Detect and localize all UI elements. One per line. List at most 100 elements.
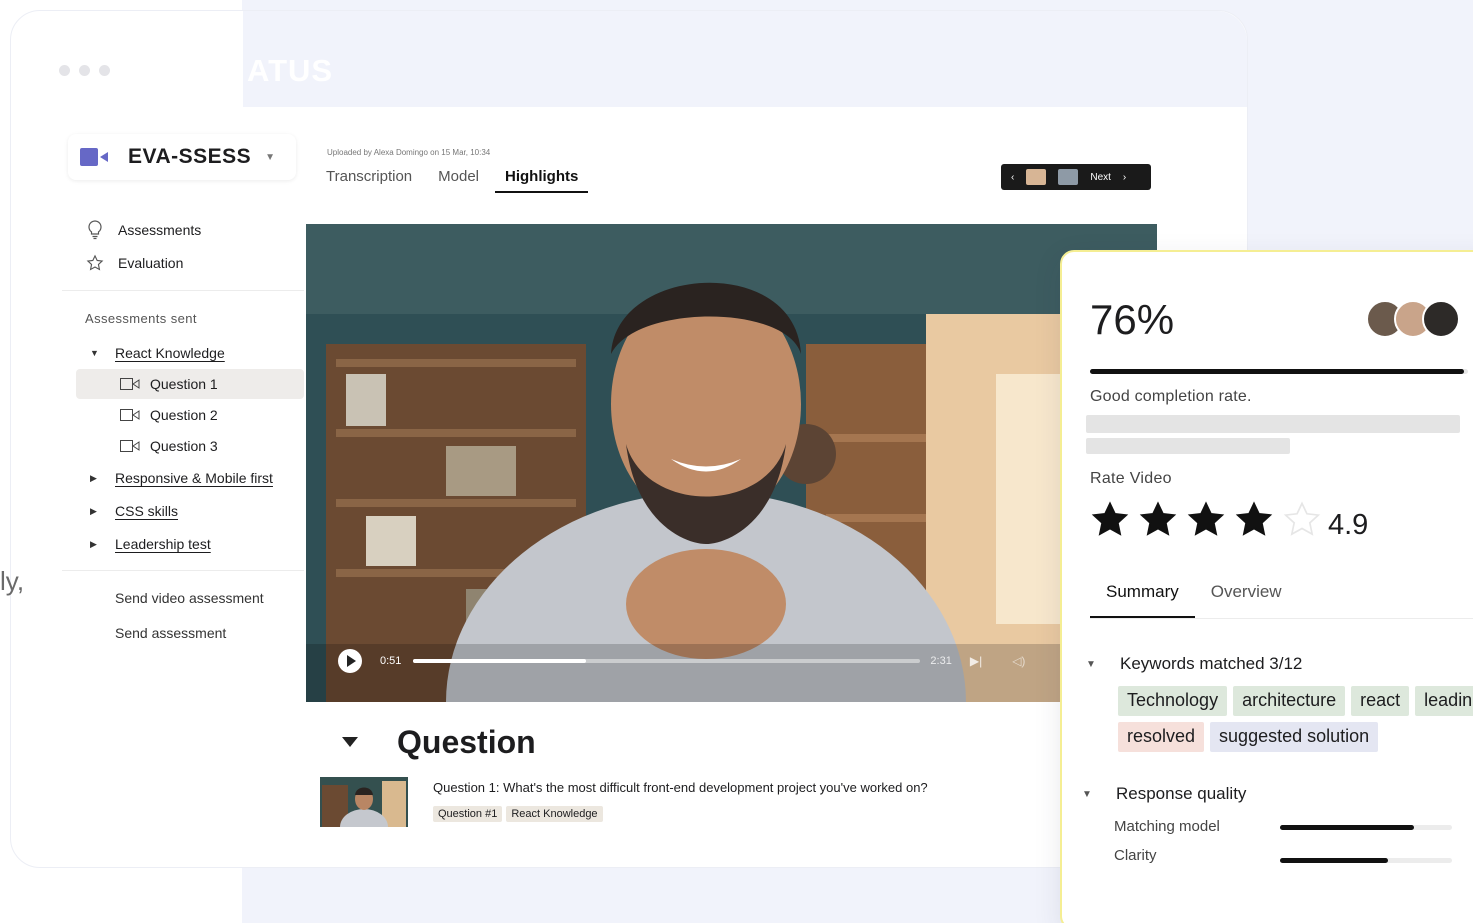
metric-bar-fill — [1280, 858, 1389, 863]
question-tag: React Knowledge — [506, 806, 603, 822]
star-outline-icon — [86, 254, 104, 272]
sidebar-item-label: Evaluation — [118, 255, 184, 271]
tab-transcription[interactable]: Transcription — [326, 168, 412, 193]
video-controls: 0:51 2:31 ▶| ◁) — [306, 646, 1157, 676]
keyword-chip: react — [1351, 686, 1410, 716]
star-filled-icon[interactable] — [1234, 500, 1274, 540]
caret-right-icon: ▶ — [90, 472, 97, 483]
tree-group-label: React Knowledge — [115, 345, 225, 361]
play-button[interactable] — [338, 649, 362, 673]
end-time: 2:31 — [930, 655, 952, 667]
candidate-navigator: ‹ Next › — [1001, 164, 1151, 190]
caret-right-icon: ▶ — [90, 538, 97, 549]
sidebar-divider — [62, 290, 304, 291]
question-video-thumbnail[interactable] — [320, 777, 408, 827]
question-item-label: Question 3 — [150, 438, 218, 454]
workspace-switcher[interactable]: EVA-SSESS ▼ — [68, 134, 296, 180]
score-card: 76% Good completion rate. Rate Video 4.9… — [1060, 250, 1473, 923]
chevron-right-icon[interactable]: › — [1123, 172, 1126, 183]
window-header-fade — [243, 11, 1247, 107]
tree-group-react-knowledge[interactable]: ▼ React Knowledge — [90, 345, 225, 361]
video-frame-illustration — [306, 224, 1157, 702]
sidebar-divider — [62, 570, 304, 571]
video-player[interactable]: 0:51 2:31 ▶| ◁) — [306, 224, 1157, 702]
star-rating[interactable] — [1090, 500, 1322, 540]
next-button[interactable]: Next — [1090, 172, 1111, 183]
completion-bar — [1090, 369, 1468, 374]
metric-label: Clarity — [1114, 847, 1157, 864]
star-filled-icon[interactable] — [1090, 500, 1130, 540]
response-quality-title: Response quality — [1116, 784, 1247, 803]
metric-bar-fill — [1280, 825, 1415, 830]
tree-group-label: Responsive & Mobile first — [115, 470, 273, 486]
star-empty-icon[interactable] — [1282, 500, 1322, 540]
metric-bar-matching-model — [1280, 825, 1452, 830]
send-video-assessment-link[interactable]: Send video assessment — [115, 590, 264, 606]
send-assessment-link[interactable]: Send assessment — [115, 625, 226, 641]
tab-highlights[interactable]: Highlights — [495, 168, 589, 193]
question-text: Question 1: What's the most difficult fr… — [433, 780, 928, 795]
lightbulb-icon — [86, 220, 104, 240]
sidebar-item-assessments[interactable]: Assessments — [86, 220, 202, 240]
tree-group-label: Leadership test — [115, 536, 211, 552]
caret-down-icon: ▼ — [1086, 658, 1096, 670]
keyword-chip: Technology — [1118, 686, 1228, 716]
chevron-down-icon: ▼ — [265, 151, 276, 163]
caret-down-icon[interactable] — [342, 737, 358, 747]
caret-down-icon: ▼ — [1082, 788, 1092, 800]
seek-bar[interactable] — [413, 659, 921, 663]
metric-bar-clarity — [1280, 858, 1452, 863]
upload-meta: Uploaded by Alexa Domingo on 15 Mar, 10:… — [327, 148, 491, 157]
video-camera-logo-icon — [80, 147, 110, 167]
completion-percent: 76% — [1090, 296, 1175, 343]
question-item-1[interactable]: Question 1 — [76, 369, 304, 399]
tab-summary[interactable]: Summary — [1090, 582, 1195, 619]
question-tags: Question #1 React Knowledge — [433, 806, 603, 822]
tab-model[interactable]: Model — [438, 168, 479, 193]
tree-group-leadership-test[interactable]: ▶ Leadership test — [90, 536, 211, 552]
chevron-left-icon[interactable]: ‹ — [1011, 172, 1014, 183]
question-item-2[interactable]: Question 2 — [76, 400, 304, 430]
tab-overview[interactable]: Overview — [1195, 582, 1298, 619]
thumbnail-illustration — [320, 777, 408, 827]
caret-right-icon: ▶ — [90, 505, 97, 516]
video-camera-icon — [120, 378, 140, 390]
logo-text: EVA-SSESS — [128, 145, 252, 168]
keywords-header[interactable]: ▼ Keywords matched 3/12 — [1086, 654, 1302, 674]
star-filled-icon[interactable] — [1138, 500, 1178, 540]
section-label-assessments-sent: Assessments sent — [85, 311, 197, 326]
content-tabs: Transcription Model Highlights — [326, 168, 589, 193]
keyword-chip: architecture — [1233, 686, 1346, 716]
metric-label: Matching model — [1114, 818, 1220, 835]
question-item-3[interactable]: Question 3 — [76, 431, 304, 461]
candidate-thumb[interactable] — [1026, 169, 1047, 185]
rating-value: 4.9 — [1328, 509, 1369, 541]
sidebar-item-evaluation[interactable]: Evaluation — [86, 254, 183, 272]
question-item-label: Question 2 — [150, 407, 218, 423]
video-camera-icon — [120, 409, 140, 421]
candidate-thumb[interactable] — [1058, 169, 1079, 185]
tree-group-css-skills[interactable]: ▶ CSS skills — [90, 503, 178, 519]
keywords-title: Keywords matched 3/12 — [1120, 654, 1303, 673]
caret-down-icon: ▼ — [90, 348, 99, 358]
window-dots — [59, 65, 110, 76]
placeholder-line — [1086, 438, 1290, 454]
rate-video-label: Rate Video — [1090, 470, 1172, 487]
completion-text: Good completion rate. — [1090, 388, 1252, 405]
placeholder-line — [1086, 415, 1460, 433]
question-tag: Question #1 — [433, 806, 503, 822]
response-quality-header[interactable]: ▼ Response quality — [1082, 784, 1246, 804]
reviewer-avatars — [1366, 300, 1460, 338]
keyword-chip: suggested solution — [1210, 722, 1379, 752]
question-item-label: Question 1 — [150, 376, 218, 392]
tree-group-responsive-mobile[interactable]: ▶ Responsive & Mobile first — [90, 470, 273, 486]
volume-icon[interactable]: ◁) — [1012, 654, 1025, 668]
avatar[interactable] — [1422, 300, 1460, 338]
sidebar-item-label: Assessments — [118, 222, 202, 238]
skip-forward-icon[interactable]: ▶| — [970, 654, 982, 668]
side-text-fragment: ly, — [0, 566, 25, 596]
brand-ghost-text: ATUS — [247, 53, 334, 88]
tree-group-label: CSS skills — [115, 503, 179, 519]
current-time: 0:51 — [380, 655, 402, 667]
star-filled-icon[interactable] — [1186, 500, 1226, 540]
